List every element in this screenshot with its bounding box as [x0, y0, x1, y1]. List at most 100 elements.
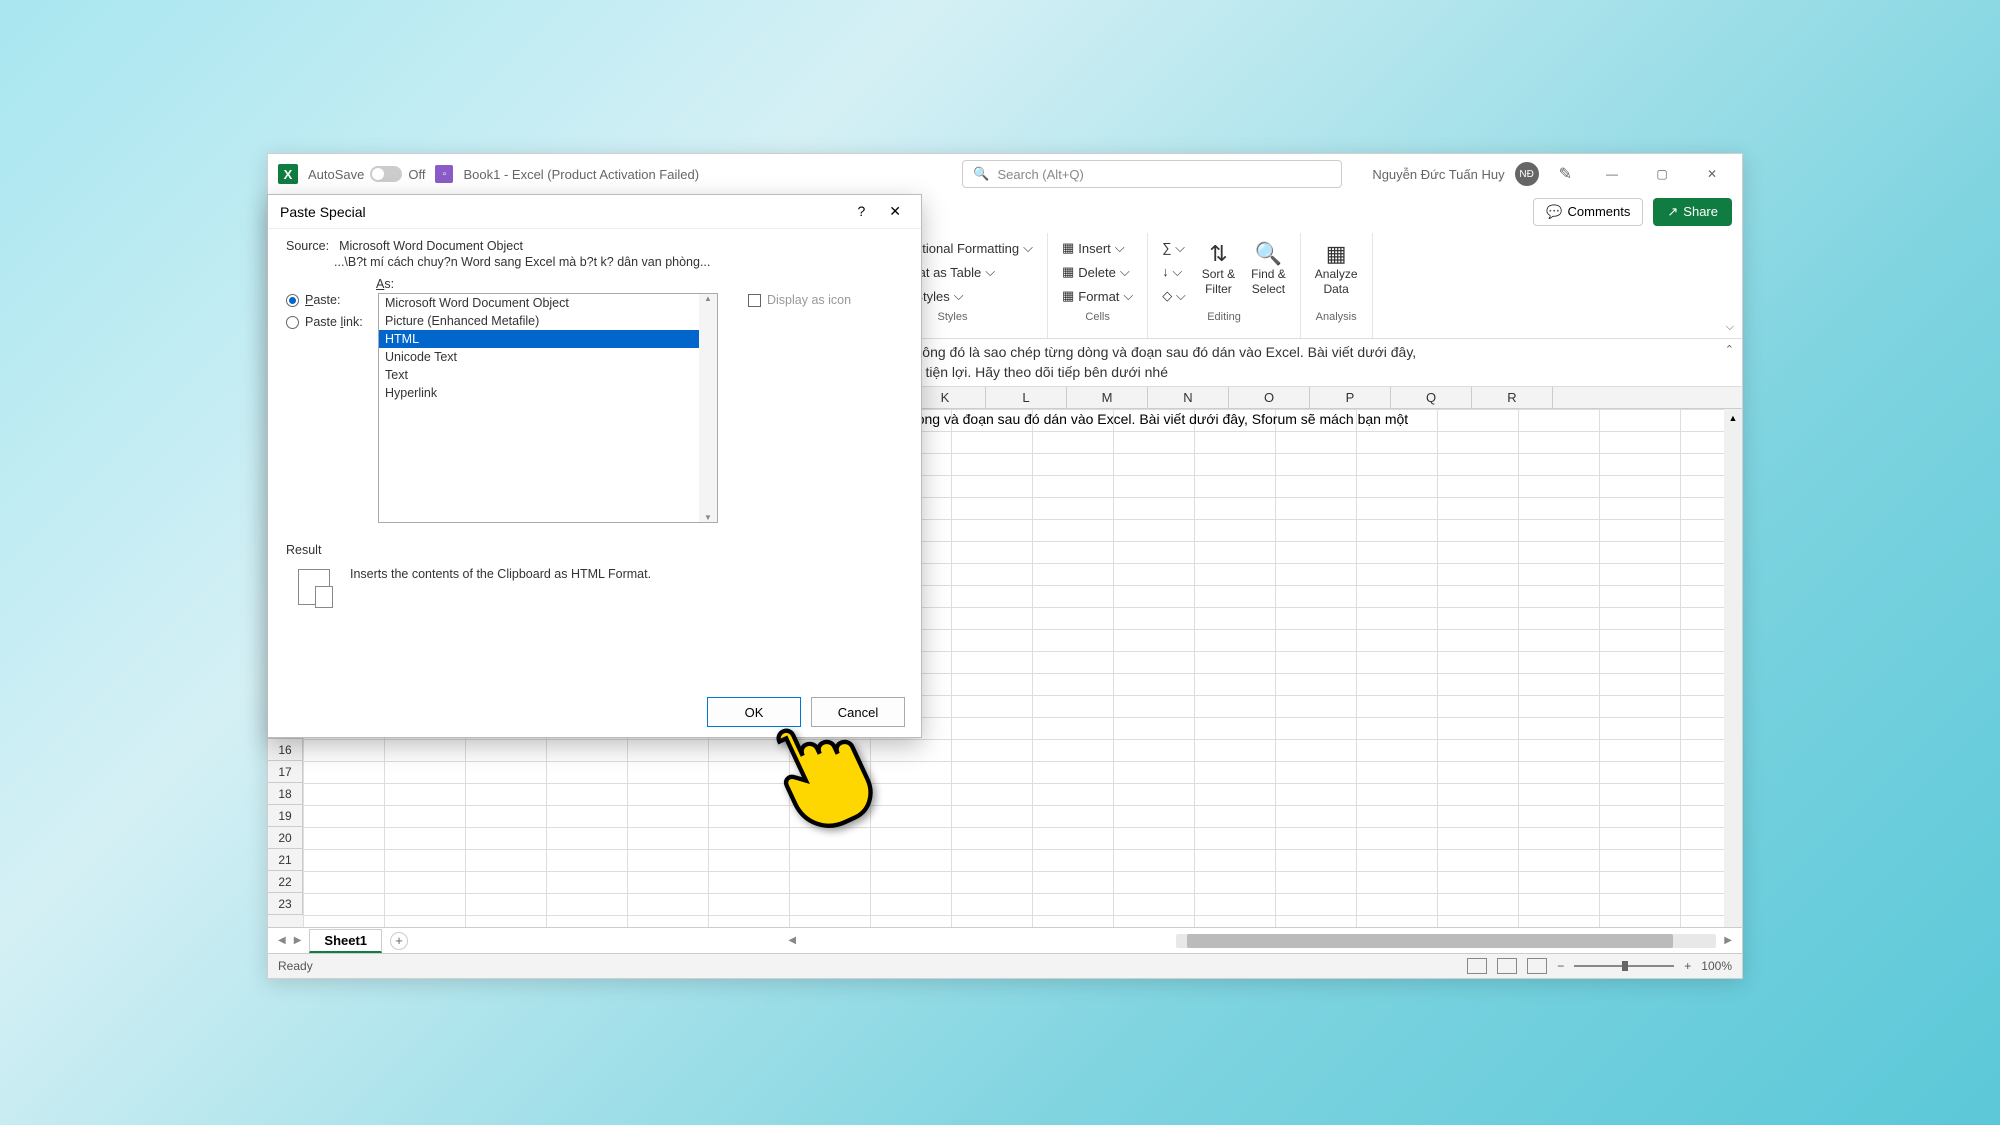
clipboard-icon [298, 569, 330, 605]
comment-icon: 💬 [1546, 204, 1562, 220]
row-header[interactable]: 20 [268, 827, 303, 849]
ribbon-group-editing: Editing [1156, 309, 1292, 325]
status-bar: Ready − + 100% [268, 953, 1742, 978]
restore-button[interactable]: ▢ [1642, 160, 1682, 188]
row-header[interactable]: 18 [268, 783, 303, 805]
find-icon: 🔍 [1255, 241, 1282, 267]
list-item[interactable]: Unicode Text [379, 348, 717, 366]
tab-next-icon[interactable]: ▶ [294, 935, 302, 946]
source-path: ...\B?t mí cách chuy?n Word sang Excel m… [334, 255, 903, 269]
cancel-button[interactable]: Cancel [811, 697, 905, 727]
list-item[interactable]: Picture (Enhanced Metafile) [379, 312, 717, 330]
analyze-data-button[interactable]: ▦Analyze Data [1309, 237, 1364, 300]
share-button[interactable]: ↗ Share [1653, 198, 1732, 226]
col-header[interactable]: M [1067, 387, 1148, 408]
row-header[interactable]: 17 [268, 761, 303, 783]
dialog-titlebar: Paste Special ? ✕ [268, 195, 921, 229]
zoom-out-icon[interactable]: − [1557, 959, 1564, 973]
col-header[interactable]: R [1472, 387, 1553, 408]
paste-special-dialog: Paste Special ? ✕ Source: Microsoft Word… [267, 194, 922, 738]
find-select-button[interactable]: 🔍Find & Select [1245, 237, 1292, 300]
horizontal-scrollbar[interactable] [1176, 934, 1716, 948]
dialog-close-button[interactable]: ✕ [881, 201, 909, 222]
sort-filter-button[interactable]: ⇅Sort & Filter [1196, 237, 1241, 300]
scroll-left-icon[interactable]: ◀ [788, 935, 796, 946]
minimize-button[interactable]: — [1592, 160, 1632, 188]
close-button[interactable]: ✕ [1692, 160, 1732, 188]
collapse-ribbon-icon[interactable]: ⌵ [1726, 321, 1734, 334]
analyze-icon: ▦ [1326, 241, 1347, 267]
col-header[interactable]: L [986, 387, 1067, 408]
paste-radio-label: Paste: [305, 293, 340, 307]
save-icon[interactable] [435, 165, 453, 183]
scroll-right-icon[interactable]: ▶ [1724, 935, 1732, 946]
autosave-toggle[interactable]: AutoSave Off [308, 166, 425, 182]
result-text: Inserts the contents of the Clipboard as… [350, 565, 651, 581]
tab-prev-icon[interactable]: ◀ [278, 935, 286, 946]
ok-button[interactable]: OK [707, 697, 801, 727]
list-item[interactable]: Microsoft Word Document Object [379, 294, 717, 312]
page-layout-icon[interactable] [1497, 958, 1517, 974]
autosum-button[interactable]: ∑ ⌵ [1156, 237, 1191, 259]
vertical-scrollbar[interactable]: ▲ [1724, 409, 1742, 927]
user-avatar-icon[interactable]: NĐ [1515, 162, 1539, 186]
paste-link-radio[interactable]: Paste link: [286, 315, 368, 329]
zoom-level: 100% [1701, 959, 1732, 973]
col-header[interactable]: Q [1391, 387, 1472, 408]
list-item[interactable]: HTML [379, 330, 717, 348]
fill-button[interactable]: ↓ ⌵ [1156, 261, 1191, 283]
radio-icon [286, 294, 299, 307]
window-title: Book1 - Excel (Product Activation Failed… [463, 167, 699, 182]
delete-cells-button[interactable]: ▦ Delete ⌵ [1056, 261, 1139, 283]
search-input[interactable]: 🔍 Search (Alt+Q) [962, 160, 1342, 188]
dialog-body: Source: Microsoft Word Document Object .… [268, 229, 921, 687]
toggle-icon [370, 166, 402, 182]
sheet-tab[interactable]: Sheet1 [309, 929, 382, 953]
add-sheet-icon[interactable]: + [390, 932, 408, 950]
list-item[interactable]: Hyperlink [379, 384, 717, 402]
paste-radio[interactable]: Paste: [286, 293, 368, 307]
insert-cells-button[interactable]: ▦ Insert ⌵ [1056, 237, 1139, 259]
list-scrollbar[interactable]: ▲▼ [699, 294, 717, 522]
comments-button[interactable]: 💬 Comments [1533, 198, 1643, 226]
col-header[interactable]: P [1310, 387, 1391, 408]
row-header[interactable]: 16 [268, 739, 303, 761]
result-label: Result [286, 543, 903, 557]
scroll-up-icon: ▲ [704, 294, 712, 303]
source-label: Source: [286, 239, 329, 253]
autosave-label: AutoSave [308, 167, 364, 182]
source-value: Microsoft Word Document Object [339, 239, 523, 253]
comments-label: Comments [1568, 204, 1631, 219]
list-item[interactable]: Text [379, 366, 717, 384]
display-as-icon-checkbox: Display as icon [748, 293, 851, 307]
normal-view-icon[interactable] [1467, 958, 1487, 974]
delete-icon: ▦ [1062, 264, 1074, 280]
col-header[interactable]: N [1148, 387, 1229, 408]
row-header[interactable]: 22 [268, 871, 303, 893]
pen-icon[interactable]: ✎ [1559, 164, 1572, 184]
help-button[interactable]: ? [849, 201, 873, 222]
search-icon: 🔍 [973, 166, 989, 182]
format-cells-button[interactable]: ▦ Format ⌵ [1056, 285, 1139, 307]
zoom-slider[interactable] [1574, 965, 1674, 967]
user-name: Nguyễn Đức Tuấn Huy [1372, 167, 1504, 182]
autosave-state: Off [408, 167, 425, 182]
sheet-tab-bar: ◀ ▶ Sheet1 + ◀ ▶ [268, 927, 1742, 953]
zoom-in-icon[interactable]: + [1684, 959, 1691, 973]
format-listbox[interactable]: Microsoft Word Document ObjectPicture (E… [378, 293, 718, 523]
title-bar: X AutoSave Off Book1 - Excel (Product Ac… [268, 154, 1742, 194]
radio-icon [286, 316, 299, 329]
sort-filter-icon: ⇅ [1209, 241, 1227, 267]
row-header[interactable]: 21 [268, 849, 303, 871]
scroll-up-icon[interactable]: ▲ [1729, 413, 1738, 423]
page-break-icon[interactable] [1527, 958, 1547, 974]
checkbox-icon [748, 294, 761, 307]
excel-logo-icon: X [278, 164, 298, 184]
col-header[interactable]: O [1229, 387, 1310, 408]
clear-button[interactable]: ◇ ⌵ [1156, 285, 1191, 307]
row-header[interactable]: 23 [268, 893, 303, 915]
ribbon-group-cells: Cells [1056, 309, 1139, 325]
expand-formula-icon[interactable]: ⌃ [1725, 343, 1734, 356]
row-header[interactable]: 19 [268, 805, 303, 827]
insert-icon: ▦ [1062, 240, 1074, 256]
